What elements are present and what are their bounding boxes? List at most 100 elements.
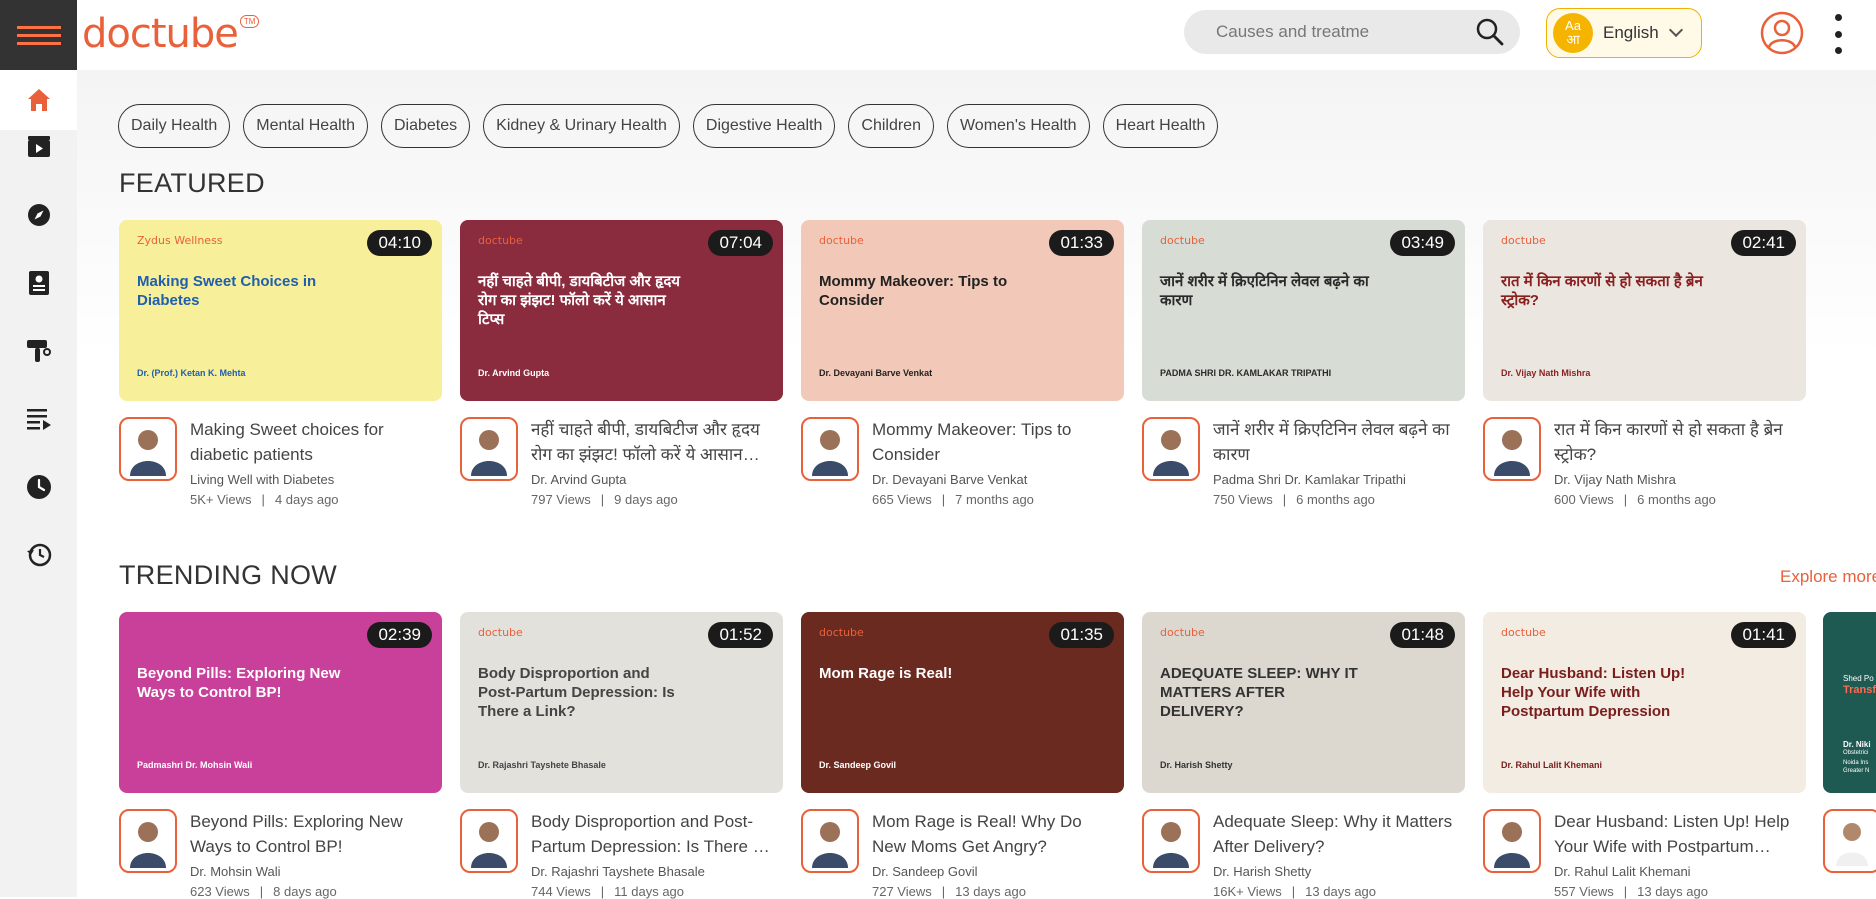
video-thumbnail[interactable]: doctube नहीं चाहते बीपी, डायबिटीज और हृद… bbox=[460, 220, 783, 401]
video-author[interactable]: Dr. Sandeep Govil bbox=[872, 864, 1112, 879]
video-card[interactable]: doctube Mommy Makeover: Tips to Consider… bbox=[801, 220, 1124, 507]
hamburger-menu-button[interactable] bbox=[0, 0, 77, 70]
chip-kidney-urinary-health[interactable]: Kidney & Urinary Health bbox=[483, 104, 680, 148]
channel-avatar[interactable] bbox=[460, 809, 518, 873]
video-author[interactable]: Dr. Devayani Barve Venkat bbox=[872, 472, 1112, 487]
channel-avatar[interactable] bbox=[801, 809, 859, 873]
channel-avatar[interactable] bbox=[1483, 809, 1541, 873]
video-card[interactable]: Beyond Pills: Exploring New Ways to Cont… bbox=[119, 612, 442, 899]
sidebar-item-playlists[interactable] bbox=[0, 389, 77, 449]
video-title[interactable]: जानें शरीर में क्रिएटिनिन लेवल बढ़ने का … bbox=[1213, 417, 1453, 467]
thumbnail-title: Mom Rage is Real! bbox=[819, 665, 953, 682]
duration-badge: 01:35 bbox=[1049, 622, 1114, 648]
thumbnail-brand: doctube bbox=[819, 234, 864, 247]
featured-section-title: FEATURED bbox=[119, 168, 265, 198]
chip-mental-health[interactable]: Mental Health bbox=[243, 104, 368, 148]
video-title[interactable]: Mom Rage is Real! Why Do New Moms Get An… bbox=[872, 809, 1112, 859]
video-card[interactable]: doctube Body Disproportion and Post-Part… bbox=[460, 612, 783, 899]
chip-children[interactable]: Children bbox=[848, 104, 934, 148]
duration-badge: 01:48 bbox=[1390, 622, 1455, 648]
video-stats: 797 Views | 9 days ago bbox=[531, 492, 771, 507]
thumbnail-brand: doctube bbox=[1501, 234, 1546, 247]
language-selector[interactable]: Aa आ English bbox=[1546, 8, 1702, 58]
sidebar-item-explore[interactable] bbox=[0, 185, 77, 245]
channel-avatar[interactable] bbox=[1483, 417, 1541, 481]
video-thumbnail[interactable]: doctube ADEQUATE SLEEP: WHY IT MATTERS A… bbox=[1142, 612, 1465, 793]
video-thumbnail[interactable]: doctube Dear Husband: Listen Up! Help Yo… bbox=[1483, 612, 1806, 793]
thumb-text: Shed Po bbox=[1843, 674, 1874, 683]
duration-badge: 01:52 bbox=[708, 622, 773, 648]
thumbnail-doctor-name: Dr. Rahul Lalit Khemani bbox=[1501, 760, 1603, 770]
video-author[interactable]: Dr. Mohsin Wali bbox=[190, 864, 430, 879]
video-title[interactable]: Body Disproportion and Post-Partum Depre… bbox=[531, 809, 771, 859]
doctor-avatar-icon bbox=[812, 430, 848, 476]
video-author[interactable]: Dr. Vijay Nath Mishra bbox=[1554, 472, 1794, 487]
video-title[interactable]: Making Sweet choices for diabetic patien… bbox=[190, 417, 430, 467]
user-account-icon[interactable] bbox=[1760, 11, 1804, 55]
chip-digestive-health[interactable]: Digestive Health bbox=[692, 104, 836, 148]
channel-avatar[interactable] bbox=[119, 809, 177, 873]
more-options-icon[interactable] bbox=[1832, 14, 1844, 54]
home-icon bbox=[27, 89, 50, 111]
video-card[interactable]: Zydus Wellness Making Sweet Choices in D… bbox=[119, 220, 442, 507]
chip-heart-health[interactable]: Heart Health bbox=[1102, 104, 1219, 148]
playlist-icon bbox=[26, 409, 51, 430]
video-thumbnail[interactable]: doctube Mommy Makeover: Tips to Consider… bbox=[801, 220, 1124, 401]
video-title[interactable]: नहीं चाहते बीपी, डायबिटीज और हृदय रोग का… bbox=[531, 417, 771, 467]
chevron-down-icon bbox=[1668, 22, 1683, 38]
video-title[interactable]: Beyond Pills: Exploring New Ways to Cont… bbox=[190, 809, 430, 859]
chip-daily-health[interactable]: Daily Health bbox=[118, 104, 231, 148]
view-count: 797 Views bbox=[531, 492, 591, 507]
channel-avatar[interactable] bbox=[1823, 809, 1876, 873]
video-author[interactable]: Dr. Rahul Lalit Khemani bbox=[1554, 864, 1794, 879]
doctor-avatar-icon bbox=[1836, 823, 1868, 866]
channel-avatar[interactable] bbox=[801, 417, 859, 481]
thumb-text: Obstetrici bbox=[1843, 750, 1869, 756]
channel-avatar[interactable] bbox=[1142, 809, 1200, 873]
trending-section-title: TRENDING NOW bbox=[119, 560, 338, 590]
video-title[interactable]: रात में किन कारणों से हो सकता है ब्रेन स… bbox=[1554, 417, 1794, 467]
video-thumbnail[interactable]: Beyond Pills: Exploring New Ways to Cont… bbox=[119, 612, 442, 793]
video-author[interactable]: Living Well with Diabetes bbox=[190, 472, 430, 487]
sidebar-item-specialities[interactable] bbox=[0, 321, 77, 381]
sidebar-item-doctors[interactable] bbox=[0, 253, 77, 313]
logo[interactable]: doctube TM bbox=[82, 10, 260, 58]
sidebar-item-watch-later[interactable] bbox=[0, 457, 77, 517]
chip-diabetes[interactable]: Diabetes bbox=[380, 104, 471, 148]
video-thumbnail[interactable]: doctube जानें शरीर में क्रिएटिनिन लेवल ब… bbox=[1142, 220, 1465, 401]
video-title[interactable]: Dear Husband: Listen Up! Help Your Wife … bbox=[1554, 809, 1794, 859]
sidebar-item-history[interactable] bbox=[0, 525, 77, 585]
video-card[interactable]: doctube Mom Rage is Real! Dr. Sandeep Go… bbox=[801, 612, 1124, 899]
video-author[interactable]: Dr. Harish Shetty bbox=[1213, 864, 1453, 879]
channel-avatar[interactable] bbox=[460, 417, 518, 481]
thumbnail-brand: doctube bbox=[1501, 626, 1546, 639]
video-card[interactable]: doctube रात में किन कारणों से हो सकता है… bbox=[1483, 220, 1806, 507]
channel-avatar[interactable] bbox=[119, 417, 177, 481]
video-title[interactable]: Adequate Sleep: Why it Matters After Del… bbox=[1213, 809, 1453, 859]
video-card[interactable]: doctube Dear Husband: Listen Up! Help Yo… bbox=[1483, 612, 1806, 899]
video-author[interactable]: Padma Shri Dr. Kamlakar Tripathi bbox=[1213, 472, 1453, 487]
doctor-avatar-icon bbox=[1494, 822, 1530, 868]
trademark-badge: TM bbox=[239, 15, 260, 28]
video-thumbnail[interactable]: doctube Mom Rage is Real! Dr. Sandeep Go… bbox=[801, 612, 1124, 793]
search-icon[interactable] bbox=[1476, 18, 1504, 46]
language-label: English bbox=[1603, 23, 1659, 42]
video-thumbnail[interactable]: Zydus Wellness Making Sweet Choices in D… bbox=[119, 220, 442, 401]
sidebar-item-videos[interactable] bbox=[0, 117, 77, 177]
explore-more-link[interactable]: Explore more bbox=[1780, 567, 1876, 587]
chip-womens-health[interactable]: Women's Health bbox=[946, 104, 1090, 148]
video-card[interactable]: doctube नहीं चाहते बीपी, डायबिटीज और हृद… bbox=[460, 220, 783, 507]
video-author[interactable]: Dr. Arvind Gupta bbox=[531, 472, 771, 487]
video-card[interactable]: doctube जानें शरीर में क्रिएटिनिन लेवल ब… bbox=[1142, 220, 1465, 507]
video-thumbnail[interactable]: Shed Po Transf Dr. Niki Obstetrici Noida… bbox=[1823, 612, 1876, 793]
video-card-partial[interactable]: Shed Po Transf Dr. Niki Obstetrici Noida… bbox=[1823, 612, 1876, 873]
thumb-text: Dr. Niki bbox=[1843, 740, 1871, 749]
video-thumbnail[interactable]: doctube Body Disproportion and Post-Part… bbox=[460, 612, 783, 793]
channel-avatar[interactable] bbox=[1142, 417, 1200, 481]
video-author[interactable]: Dr. Rajashri Tayshete Bhasale bbox=[531, 864, 771, 879]
video-title[interactable]: Mommy Makeover: Tips to Consider bbox=[872, 417, 1112, 467]
view-count: 750 Views bbox=[1213, 492, 1273, 507]
video-card[interactable]: doctube ADEQUATE SLEEP: WHY IT MATTERS A… bbox=[1142, 612, 1465, 899]
video-thumbnail[interactable]: doctube रात में किन कारणों से हो सकता है… bbox=[1483, 220, 1806, 401]
search-input[interactable] bbox=[1216, 22, 1476, 42]
